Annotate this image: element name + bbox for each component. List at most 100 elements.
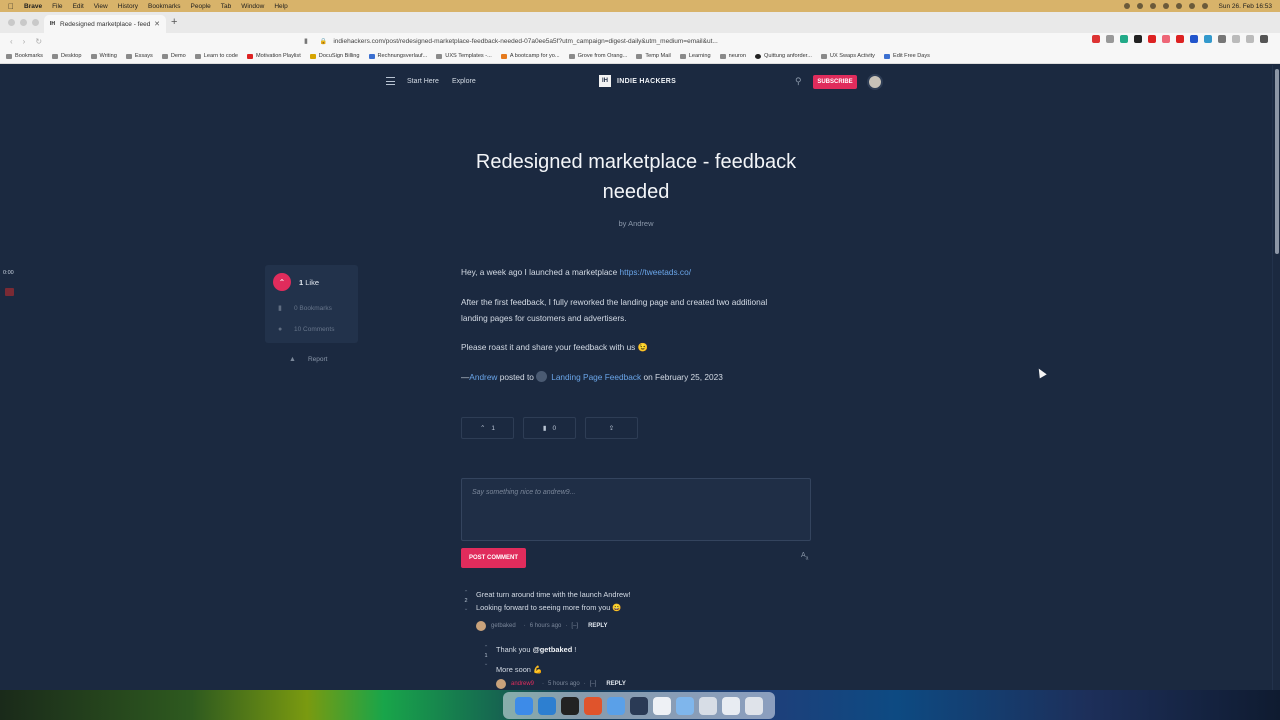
- reply-button[interactable]: REPLY: [588, 623, 607, 629]
- status-icon[interactable]: [1162, 3, 1169, 9]
- url-text[interactable]: indiehackers.com/post/redesigned-marketp…: [333, 38, 783, 45]
- extension-icon[interactable]: [1260, 35, 1268, 43]
- extension-icon[interactable]: [1190, 35, 1198, 43]
- page-scrollbar[interactable]: [1272, 65, 1280, 690]
- extension-icon[interactable]: [1162, 35, 1170, 43]
- browser-tab-active[interactable]: IH Redesigned marketplace - feed ✕: [44, 15, 166, 33]
- url-bar[interactable]: ▮ 🔒 indiehackers.com/post/redesigned-mar…: [304, 35, 844, 47]
- bookmark-item[interactable]: Edit Free Days: [883, 53, 930, 59]
- extension-icon[interactable]: [1092, 35, 1100, 43]
- zoom-window-button[interactable]: [32, 19, 39, 26]
- reply-button[interactable]: REPLY: [606, 681, 625, 687]
- menu-bookmarks[interactable]: Bookmarks: [148, 3, 181, 10]
- bookmarks-stat[interactable]: ▮ 0 Bookmarks: [278, 304, 332, 313]
- group-link[interactable]: Landing Page Feedback: [551, 372, 641, 382]
- search-icon[interactable]: ⚲: [795, 76, 802, 87]
- post-comment-button[interactable]: POST COMMENT: [461, 548, 526, 568]
- bookmark-item[interactable]: Motivation Playlist: [247, 53, 301, 59]
- forward-icon[interactable]: ›: [23, 37, 26, 46]
- bookmark-item[interactable]: Writing: [90, 53, 117, 59]
- close-window-button[interactable]: [8, 19, 15, 26]
- lock-icon[interactable]: 🔒: [320, 38, 327, 45]
- scrollbar-thumb[interactable]: [1275, 69, 1279, 254]
- menu-history[interactable]: History: [118, 3, 138, 10]
- menu-icon[interactable]: [386, 77, 395, 88]
- close-tab-icon[interactable]: ✕: [154, 20, 160, 28]
- minimize-window-button[interactable]: [20, 19, 27, 26]
- document-icon[interactable]: [722, 696, 740, 715]
- comment-input[interactable]: Say something nice to andrew9...: [461, 478, 811, 541]
- report-link[interactable]: ▲ Report: [289, 356, 327, 363]
- bookmark-item[interactable]: A bootcamp for yo...: [500, 53, 560, 59]
- nav-explore[interactable]: Explore: [452, 78, 476, 85]
- terminal-icon[interactable]: [561, 696, 579, 715]
- status-icon[interactable]: [1136, 3, 1143, 9]
- bookmark-item[interactable]: Desktop: [51, 53, 82, 59]
- back-icon[interactable]: ‹: [10, 37, 13, 46]
- bookmark-item[interactable]: Learn to code: [194, 53, 238, 59]
- help-icon[interactable]: [699, 696, 717, 715]
- commenter-avatar[interactable]: [496, 679, 506, 689]
- bookmark-item[interactable]: Essays: [125, 53, 153, 59]
- commenter-name[interactable]: andrew9: [511, 681, 534, 687]
- marketplace-link[interactable]: https://tweetads.co/: [620, 267, 691, 277]
- extension-icon[interactable]: [1246, 35, 1254, 43]
- site-logo[interactable]: IH INDIE HACKERS: [599, 75, 676, 87]
- bookmark-item[interactable]: Rechnungsverlauf...: [368, 53, 427, 59]
- bookmark-page-icon[interactable]: ▮: [304, 37, 308, 45]
- comment-time[interactable]: 6 hours ago: [530, 623, 562, 629]
- bookmark-item[interactable]: Grove from Orang...: [568, 53, 627, 59]
- formatting-icon[interactable]: Aa: [801, 552, 808, 561]
- finder-icon[interactable]: [515, 696, 533, 715]
- bookmark-item[interactable]: Demo: [161, 53, 186, 59]
- status-icon[interactable]: [1123, 3, 1130, 9]
- menu-file[interactable]: File: [52, 3, 62, 10]
- document-icon[interactable]: [653, 696, 671, 715]
- folder-icon[interactable]: [676, 696, 694, 715]
- upvote-button[interactable]: ⌃: [273, 273, 291, 291]
- comments-stat[interactable]: ● 10 Comments: [278, 326, 334, 333]
- bookmark-item[interactable]: Learning: [679, 53, 711, 59]
- extension-icon[interactable]: [1120, 35, 1128, 43]
- mention-link[interactable]: @getbaked: [533, 645, 573, 654]
- byline-author-link[interactable]: Andrew: [628, 219, 653, 228]
- downvote-arrow-icon[interactable]: ⌄: [461, 605, 471, 613]
- extension-icon[interactable]: [1176, 35, 1184, 43]
- bookmark-item[interactable]: UX Swaps Activity: [820, 53, 875, 59]
- comment-time[interactable]: 5 hours ago: [548, 681, 580, 687]
- trash-icon[interactable]: [745, 696, 763, 715]
- bookmark-item[interactable]: DocuSign Billing: [309, 53, 360, 59]
- nav-start-here[interactable]: Start Here: [407, 78, 439, 85]
- status-icon[interactable]: [1175, 3, 1182, 9]
- bookmark-item[interactable]: Quittung anforder...: [755, 53, 812, 59]
- commenter-name[interactable]: getbaked: [491, 623, 516, 629]
- reload-icon[interactable]: ↻: [35, 37, 42, 46]
- menu-window[interactable]: Window: [241, 3, 264, 10]
- share-button[interactable]: ⇪: [585, 417, 638, 439]
- new-tab-icon[interactable]: +: [171, 16, 177, 28]
- menu-people[interactable]: People: [191, 3, 211, 10]
- author-link[interactable]: Andrew: [469, 372, 497, 382]
- menu-edit[interactable]: Edit: [73, 3, 84, 10]
- extension-icon[interactable]: [1148, 35, 1156, 43]
- apple-icon[interactable]: : [8, 2, 16, 11]
- upvote-arrow-icon[interactable]: ⌃: [481, 644, 491, 652]
- status-icon[interactable]: [1149, 3, 1156, 9]
- wifi-icon[interactable]: [1188, 3, 1195, 9]
- extension-icon[interactable]: [1218, 35, 1226, 43]
- upvote-action-button[interactable]: ⌃ 1: [461, 417, 514, 439]
- bookmark-item[interactable]: UXS Templates -...: [436, 53, 492, 59]
- collapse-toggle[interactable]: [–]: [590, 681, 597, 687]
- vscode-icon[interactable]: [538, 696, 556, 715]
- menu-app[interactable]: Brave: [24, 3, 42, 10]
- collapse-toggle[interactable]: [–]: [571, 623, 578, 629]
- extension-icon[interactable]: [1106, 35, 1114, 43]
- menu-tab[interactable]: Tab: [221, 3, 231, 10]
- app-icon[interactable]: [607, 696, 625, 715]
- subscribe-button[interactable]: SUBSCRIBE: [813, 75, 857, 89]
- bookmark-item[interactable]: Bookmarks: [6, 53, 43, 59]
- downvote-arrow-icon[interactable]: ⌄: [481, 660, 491, 668]
- search-icon[interactable]: [1201, 3, 1208, 9]
- record-stop-icon[interactable]: [5, 288, 14, 296]
- extension-icon[interactable]: [1204, 35, 1212, 43]
